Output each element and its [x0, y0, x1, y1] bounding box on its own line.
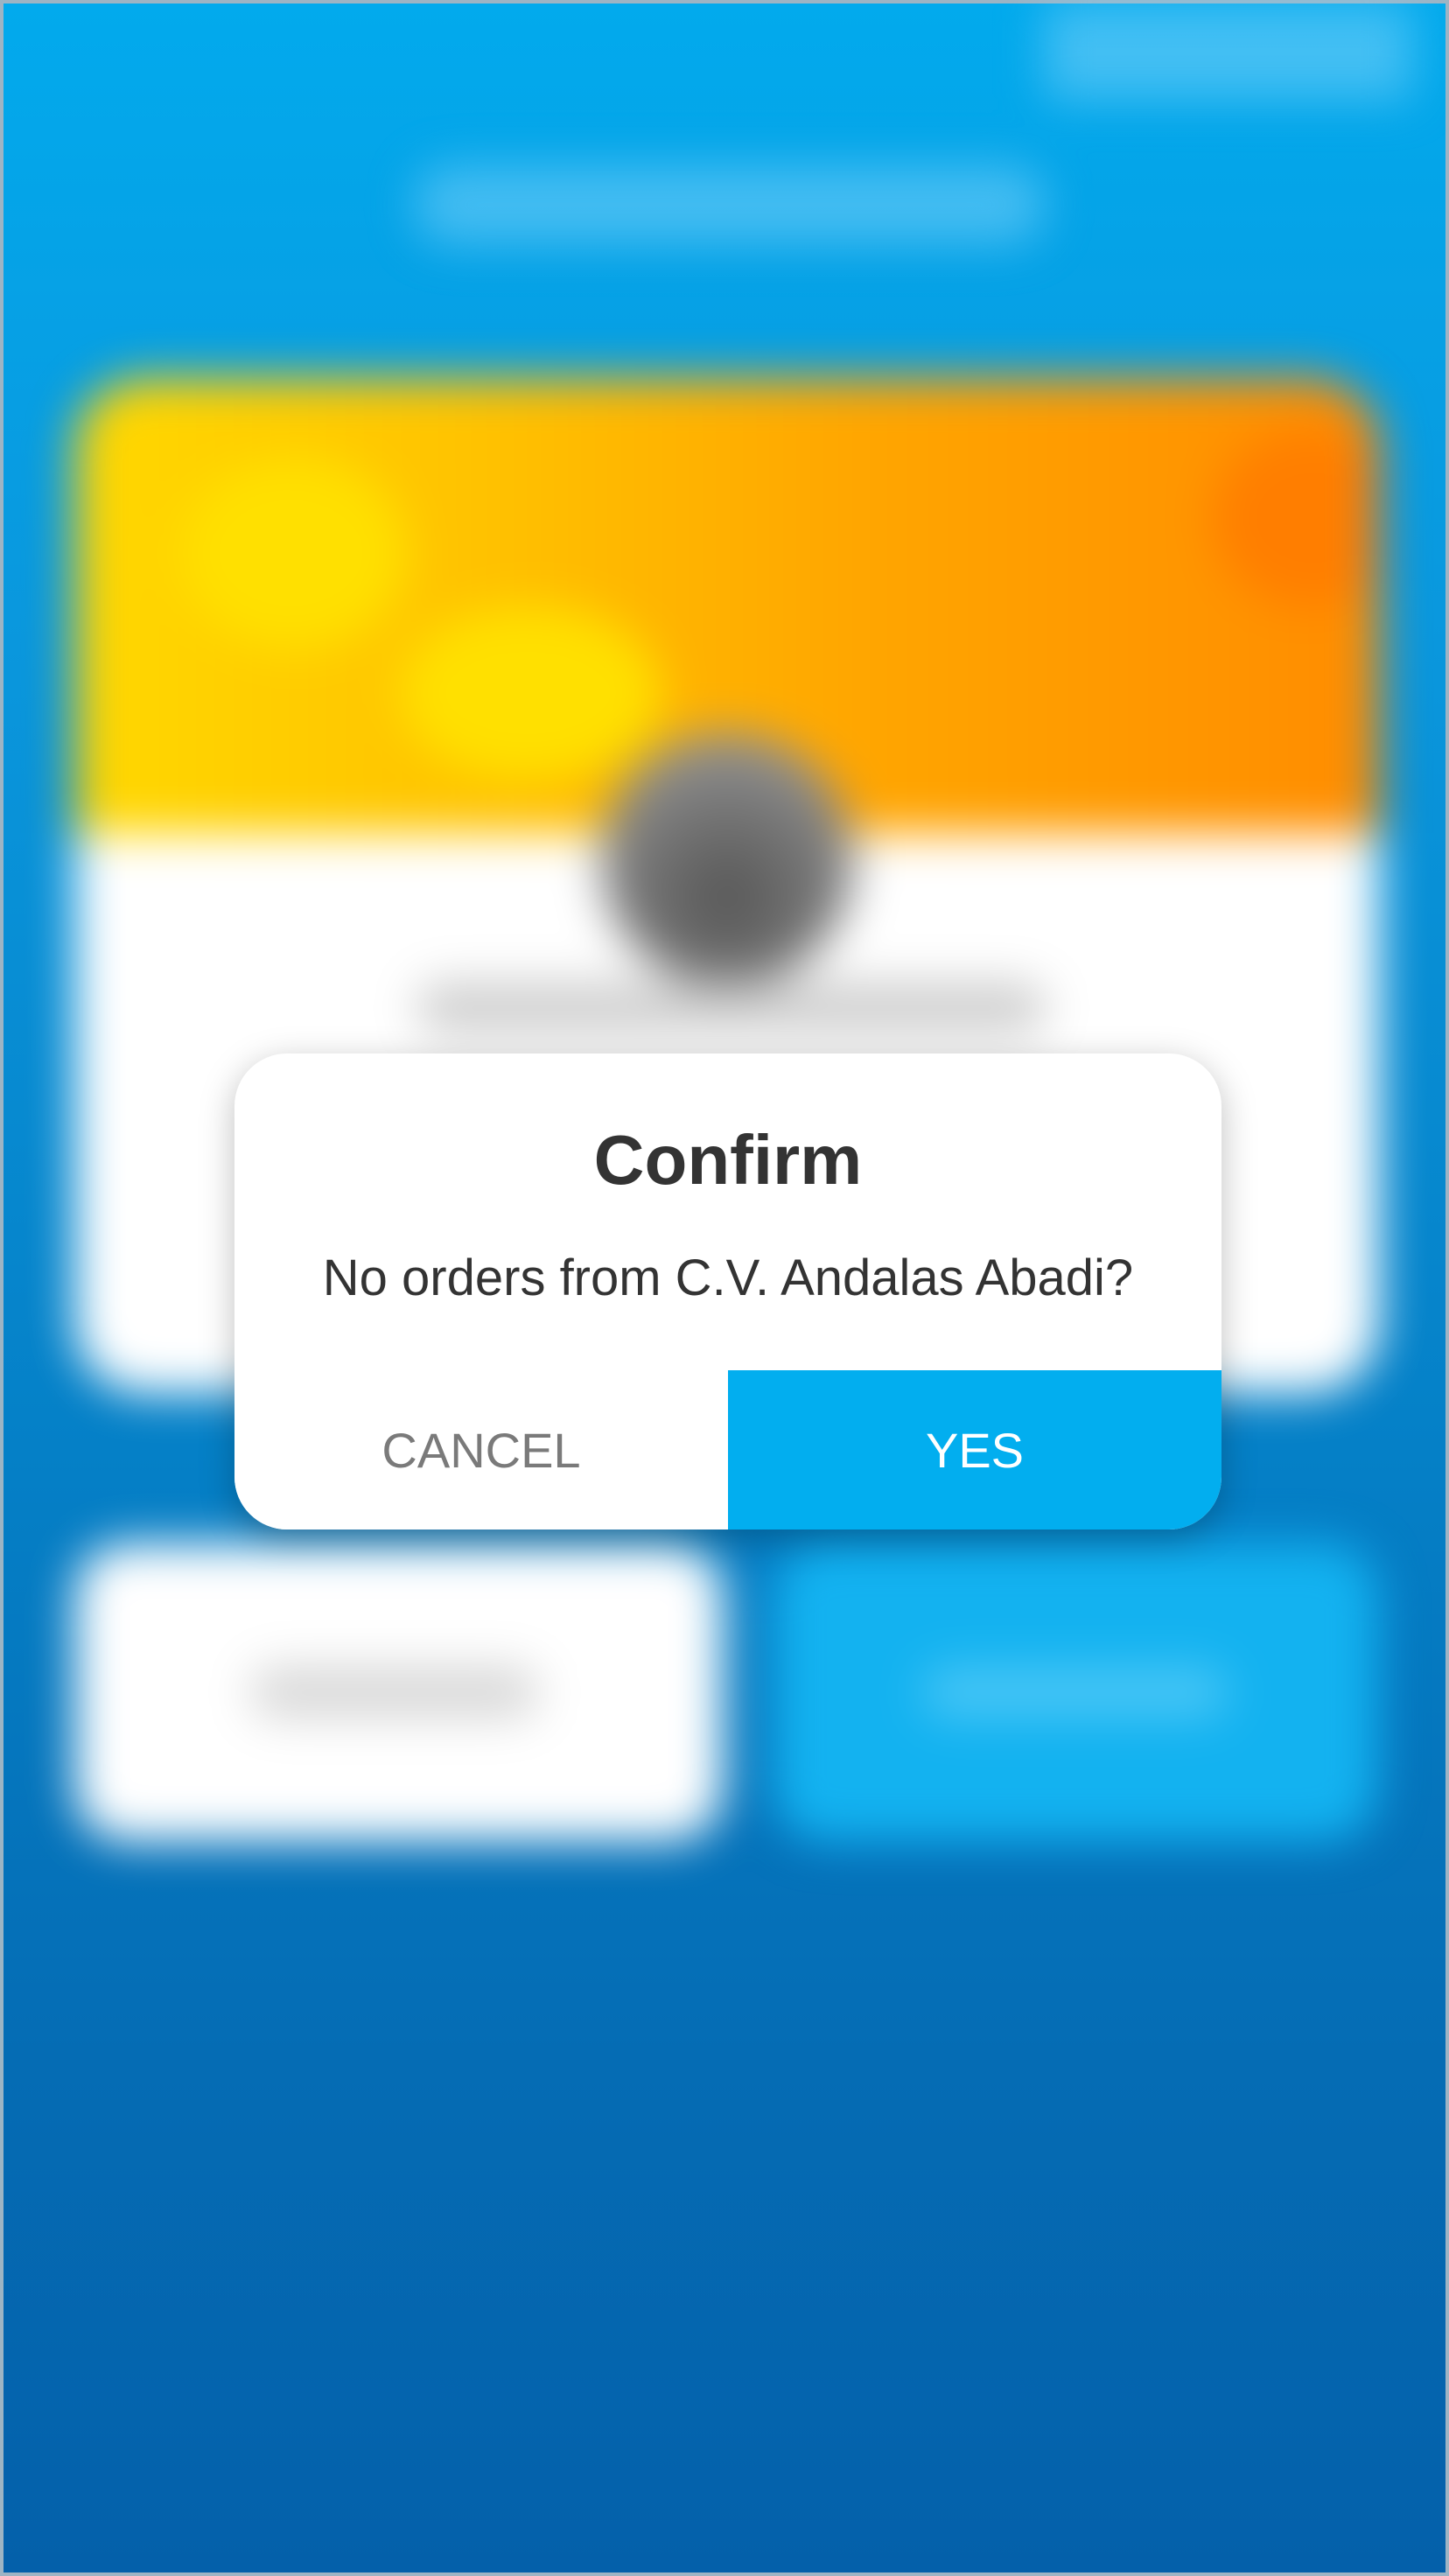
dialog-title: Confirm	[593, 1121, 863, 1199]
blurred-primary-button	[774, 1544, 1377, 1841]
dialog-message: No orders from C.V. Andalas Abadi?	[322, 1250, 1134, 1306]
blurred-secondary-button	[75, 1544, 723, 1841]
dialog-actions: CANCEL YES	[234, 1370, 1222, 1530]
blurred-top-action	[1045, 4, 1412, 100]
blurred-page-title	[415, 165, 1045, 244]
blurred-card-header	[75, 378, 1379, 833]
blurred-store-name	[416, 982, 1046, 1034]
cancel-button[interactable]: CANCEL	[234, 1370, 728, 1530]
blurred-avatar	[600, 732, 854, 986]
yes-button[interactable]: YES	[728, 1370, 1222, 1530]
confirm-dialog: Confirm No orders from C.V. Andalas Abad…	[234, 1054, 1222, 1530]
